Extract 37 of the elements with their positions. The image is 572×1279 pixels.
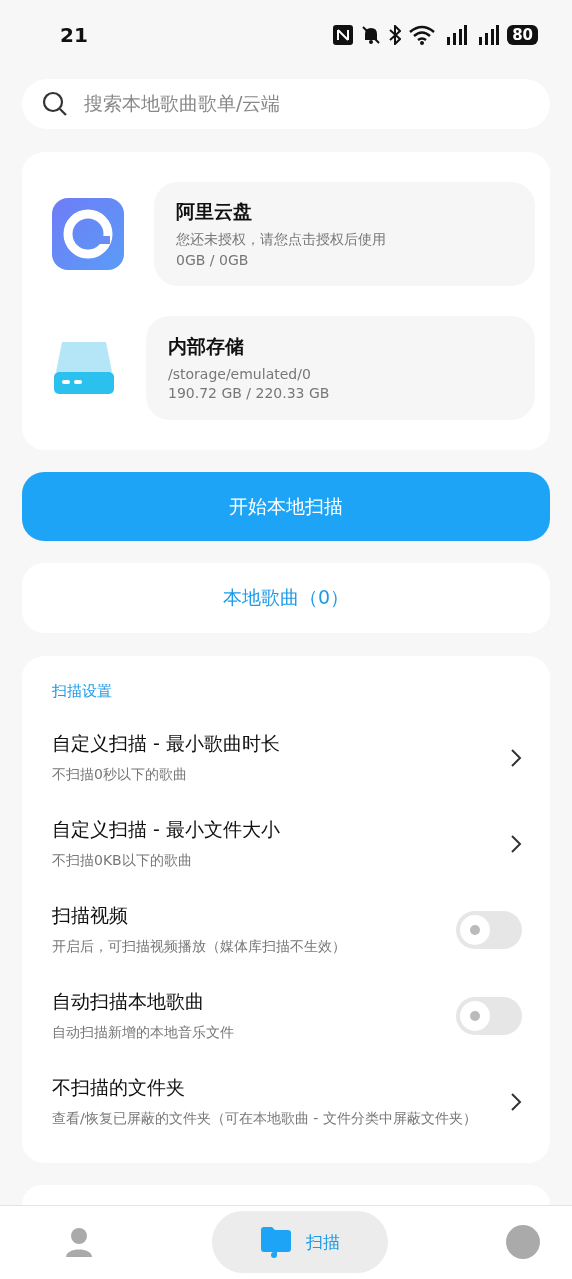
setting-title[interactable]: 不扫描的文件夹 <box>52 1075 490 1102</box>
chevron-right-icon <box>510 1091 522 1112</box>
circle-icon <box>506 1225 540 1260</box>
setting-title[interactable]: 自定义扫描 - 最小文件大小 <box>52 817 490 844</box>
wifi-icon <box>409 24 436 45</box>
bluetooth-icon <box>389 24 402 45</box>
status-time: 21 <box>60 22 88 47</box>
battery-level: 80 <box>507 24 538 45</box>
storage-name: 内部存储 <box>168 334 245 360</box>
nfc-icon <box>333 24 354 45</box>
hard-drive-icon <box>52 341 116 394</box>
section-title: 扫描设置 <box>51 681 113 702</box>
setting-description: 自动扫描新增的本地音乐文件 <box>52 1023 235 1043</box>
toggle-switch[interactable] <box>456 910 522 949</box>
setting-description: 查看/恢复已屏蔽的文件夹（可在本地歌曲 - 文件分类中屏蔽文件夹） <box>52 1109 478 1129</box>
setting-description: 开启后，可扫描视频播放（媒体库扫描不生效） <box>52 937 347 957</box>
storage-item[interactable]: 内部存储 /storage/emulated/0 190.72 GB / 220.33 GB <box>146 315 535 420</box>
storage-name: 阿里云盘 <box>176 199 253 225</box>
storage-detail: 您还未授权，请您点击授权后使用 <box>176 231 387 250</box>
chevron-right-icon <box>510 747 522 768</box>
setting-description: 不扫描0KB以下的歌曲 <box>52 851 193 871</box>
setting-title[interactable]: 扫描视频 <box>52 903 436 930</box>
storage-detail: /storage/emulated/0 <box>168 366 312 383</box>
person-icon <box>65 1227 93 1258</box>
cloud-drive-icon <box>52 197 124 270</box>
search-field[interactable]: 搜索本地歌曲歌单/云端 <box>22 79 550 129</box>
muted-bell-icon <box>361 24 382 45</box>
setting-title[interactable]: 自定义扫描 - 最小歌曲时长 <box>52 731 490 758</box>
search-icon <box>42 91 68 118</box>
setting-description: 不扫描0秒以下的歌曲 <box>52 765 188 785</box>
chevron-right-icon <box>510 833 522 854</box>
toggle-switch[interactable] <box>456 996 522 1035</box>
storage-item[interactable]: 阿里云盘 您还未授权，请您点击授权后使用 0GB / 0GB <box>154 181 535 286</box>
setting-title[interactable]: 自动扫描本地歌曲 <box>52 989 436 1016</box>
storage-detail: 0GB / 0GB <box>176 252 250 269</box>
music-folder-icon <box>259 1225 292 1260</box>
storage-detail: 190.72 GB / 220.33 GB <box>168 385 331 402</box>
